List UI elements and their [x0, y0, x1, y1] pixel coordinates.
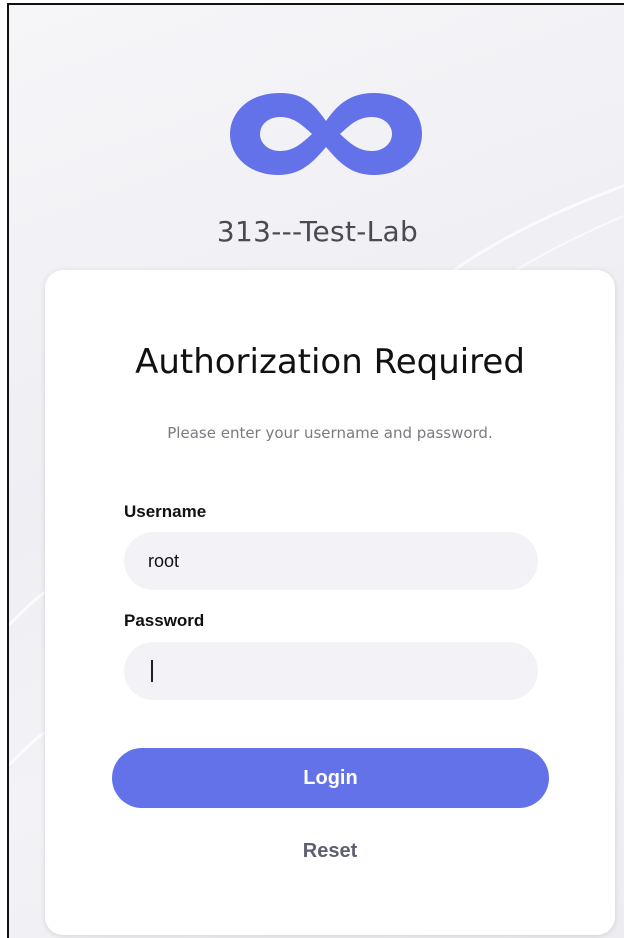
site-name: 313---Test-Lab — [216, 215, 419, 248]
infinity-icon — [230, 93, 422, 175]
text-caret — [151, 660, 153, 682]
password-input[interactable] — [124, 642, 538, 700]
reset-button[interactable]: Reset — [280, 836, 380, 866]
login-button[interactable]: Login — [112, 748, 549, 808]
login-subtitle: Please enter your username and password. — [167, 424, 493, 442]
username-label: Username — [124, 502, 207, 521]
password-label: Password — [124, 611, 205, 630]
username-input[interactable] — [124, 532, 538, 590]
login-card: Authorization Required Please enter your… — [45, 270, 615, 935]
page-title: Authorization Required — [135, 342, 525, 382]
page-frame: 313---Test-Lab Authorization Required Pl… — [7, 3, 624, 938]
